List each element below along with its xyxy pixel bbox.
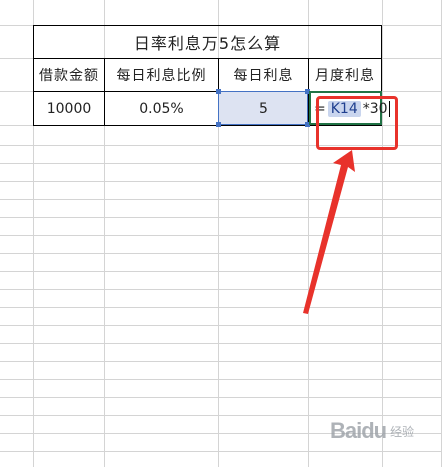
watermark: Baidu 经验 (330, 418, 414, 444)
watermark-text: 经验 (390, 424, 415, 439)
watermark-logo: Baidu (330, 418, 387, 443)
annotation-arrow (303, 150, 355, 314)
cell-daily-interest[interactable]: 5 (219, 92, 308, 125)
